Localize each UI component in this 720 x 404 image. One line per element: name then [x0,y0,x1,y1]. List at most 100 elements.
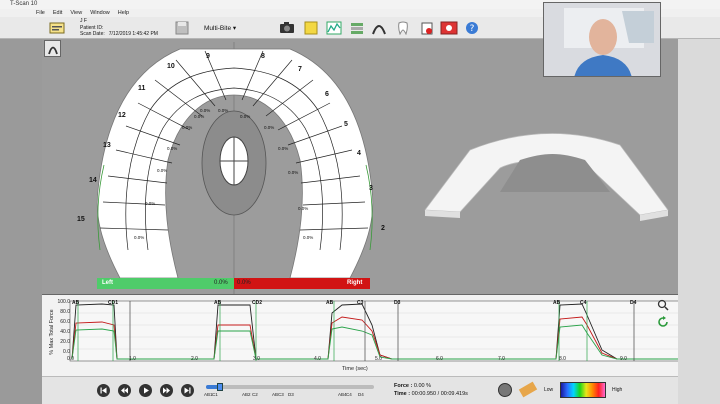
timeline-label: C2 [252,392,258,397]
note-icon[interactable] [302,19,320,36]
menu-view[interactable]: View [70,9,82,17]
percent-label: 0.0% [182,125,193,130]
percent-label: 0.0% [218,108,229,113]
x-tick: 1.0 [129,356,136,362]
view-select-value: Multi-Bite [204,25,232,32]
force-value: 0.00 % [413,383,431,389]
force-label: Force : [394,383,413,389]
percent-label: 0.0% [167,146,178,151]
graph-icon[interactable] [325,19,343,36]
menu-help[interactable]: Help [118,9,129,17]
refresh-icon[interactable] [657,315,669,327]
percent-label: 0.0% [288,170,299,175]
menu-edit[interactable]: Edit [53,9,62,17]
play-icon[interactable] [139,384,152,397]
x-tick: 4.0 [314,356,321,362]
marker-label: AB [72,300,80,306]
y-tick: 60.0 [60,319,70,325]
left-gutter [0,39,42,294]
x-tick: 3.0 [253,356,260,362]
timeline-label: C4 [346,392,352,397]
arch-icon[interactable] [370,19,388,36]
time-value: 00:00.950 / 00:09.419s [411,391,468,397]
y-tick: 40.0 [60,329,70,335]
percent-label: 0.0% [278,146,289,151]
marker-label: C3 [357,300,364,306]
tooth-percent-labels: 0.0% 0.0% 0.0% 0.0% 0.0% 0.0% 0.0% 0.0% … [42,39,678,294]
camera-icon[interactable] [278,19,296,36]
force-graph-panel[interactable]: % Max Total Force 100.0 80.0 60.0 40.0 2… [42,294,678,376]
percent-label: 0.0% [145,201,156,206]
percent-label: 0.0% [134,235,145,240]
patient-info: J F Patient ID: Scan Date: 7/12/2019 1:45… [80,18,158,38]
list-report-icon[interactable] [418,19,436,36]
marker-label: CD1 [108,300,119,306]
y-tick: 20.0 [60,339,70,345]
skip-start-icon[interactable] [97,384,110,397]
skip-end-icon[interactable] [181,384,194,397]
percent-label: 0.0% [264,125,275,130]
color-scale [560,382,606,398]
percent-label: 0.0% [298,206,309,211]
x-tick: 5.0 [375,356,382,362]
force-readout: Force : 0.00 % Time : 00:00.950 / 00:09.… [394,382,468,398]
view-select[interactable]: Multi-Bite ▾ [204,24,236,32]
webcam-overlay [543,2,661,77]
percent-label: 0.0% [157,168,168,173]
y-tick: 100.0 [57,299,70,305]
record-icon[interactable] [440,19,458,36]
speed-dial-icon[interactable] [498,383,512,397]
help-icon[interactable]: ? [463,19,481,36]
save-icon[interactable] [173,19,191,36]
marker-label: AB [326,300,334,306]
marker-label: AB [214,300,222,306]
time-label: Time : [394,391,411,397]
percent-label: 0.0% [200,108,211,113]
scale-high-label: High [612,387,623,393]
scan-date-value: 7/12/2019 1:45:42 PM [108,31,158,37]
x-tick: 6.0 [436,356,443,362]
scale-low-label: Low [544,387,554,393]
svg-text:?: ? [470,24,475,34]
timeline-label: D4 [358,392,364,397]
x-tick: 2.0 [191,356,198,362]
percent-label: 0.0% [240,114,251,119]
stack-icon[interactable] [348,19,366,36]
timeline-label: ABC3 [272,392,284,397]
x-tick: 8.0 [559,356,566,362]
rewind-icon[interactable] [118,384,131,397]
x-tick: 0.0 [67,356,74,362]
right-label: Right [347,280,363,286]
y-ticks: 100.0 80.0 60.0 40.0 20.0 0.0 [54,297,70,357]
arch-view[interactable]: 15 14 13 12 11 10 9 8 7 6 5 4 3 2 0.0% 0… [42,39,678,294]
y-tick: 80.0 [60,309,70,315]
marker-label: D4 [630,300,637,306]
timeline-label: D3 [288,392,294,397]
left-value: 0.0% [214,280,228,286]
timeline-label: AB2 [242,392,251,397]
marker-label: CD2 [252,300,263,306]
left-label: Left [102,280,113,286]
zoom-icon[interactable] [657,298,669,311]
fast-forward-icon[interactable] [160,384,173,397]
marker-label: C4 [580,300,587,306]
x-tick: 9.0 [620,356,627,362]
right-gutter [678,39,720,404]
ruler-icon[interactable] [518,381,538,398]
timeline-thumb[interactable] [217,383,223,391]
marker-label: AB [553,300,561,306]
arch-mode-button[interactable] [44,40,61,57]
x-tick: 7.0 [498,356,505,362]
percent-label: 0.0% [194,114,205,119]
right-value: 0.0% [237,280,251,286]
playback-bar: AB1 C1 AB2 C2 ABC3 D3 AB4 C4 D4 Force : … [42,376,678,404]
patient-list-icon[interactable] [48,19,66,36]
scan-date-label: Scan Date: [80,31,105,37]
menu-file[interactable]: File [36,9,45,17]
menu-window[interactable]: Window [90,9,110,17]
tooth-icon[interactable] [394,19,412,36]
timeline-slider[interactable] [206,383,374,391]
timeline-label: C1 [212,392,218,397]
marker-label: D3 [394,300,401,306]
x-axis-label: Time (sec) [342,366,368,372]
